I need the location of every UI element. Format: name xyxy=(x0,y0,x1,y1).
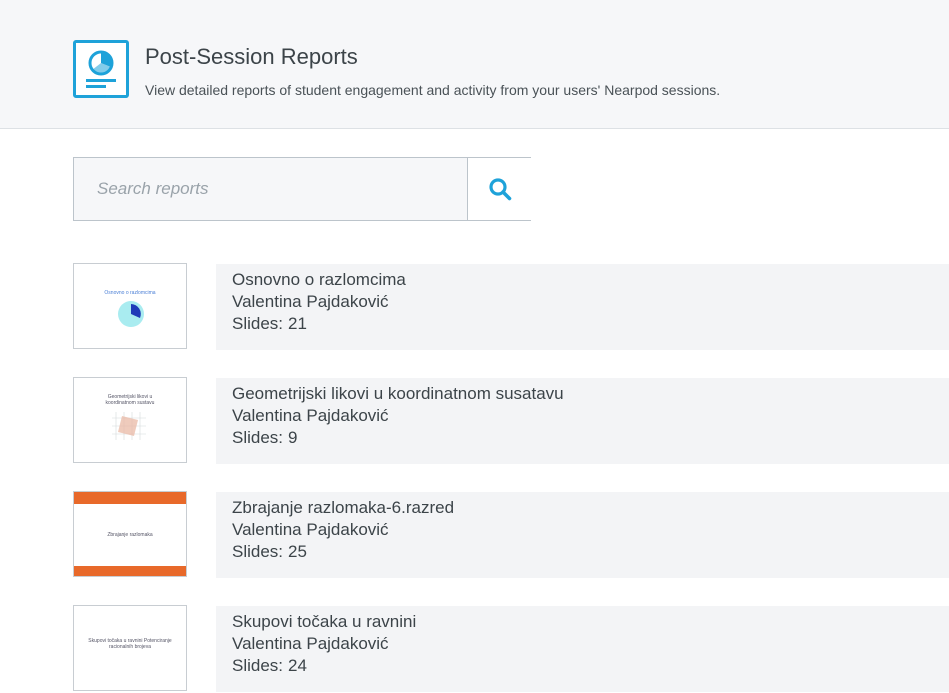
report-slides: Slides: 25 xyxy=(232,542,307,562)
search-input[interactable] xyxy=(74,158,467,220)
report-author: Valentina Pajdaković xyxy=(232,634,389,653)
report-title: Zbrajanje razlomaka-6.razred xyxy=(232,498,455,517)
slides-count: 21 xyxy=(288,314,307,333)
thumbnail-top-band xyxy=(74,492,186,504)
slides-label: Slides: xyxy=(232,314,284,333)
slides-label: Slides: xyxy=(232,428,284,447)
coordinate-graphic xyxy=(112,412,146,440)
report-info: Skupovi točaka u ravnini Valentina Pajda… xyxy=(216,606,949,692)
search-icon xyxy=(489,178,512,201)
report-item[interactable]: Osnovno o razlomcima Osnovno o razlomcim… xyxy=(73,263,949,351)
slides-count: 9 xyxy=(288,428,298,447)
pie-graphic xyxy=(118,301,144,327)
page-title: Post-Session Reports xyxy=(145,44,358,69)
thumbnail-title: Skupovi točaka u ravnini Potenciranje ra… xyxy=(88,638,172,650)
report-thumbnail[interactable]: Geometrijski likovi u koordinatnom susta… xyxy=(73,377,187,463)
report-info: Geometrijski likovi u koordinatnom susat… xyxy=(216,378,949,464)
report-title: Osnovno o razlomcima xyxy=(232,270,406,289)
slides-label: Slides: xyxy=(232,542,284,561)
report-slides: Slides: 24 xyxy=(232,656,307,676)
search-button[interactable] xyxy=(467,158,531,220)
report-thumbnail[interactable]: Osnovno o razlomcima xyxy=(73,263,187,349)
slides-count: 24 xyxy=(288,656,307,675)
slides-count: 25 xyxy=(288,542,307,561)
report-slides: Slides: 21 xyxy=(232,314,307,334)
report-title: Skupovi točaka u ravnini xyxy=(232,612,417,631)
report-item[interactable]: Zbrajanje razlomaka Zbrajanje razlomaka-… xyxy=(73,491,949,579)
page-subtitle: View detailed reports of student engagem… xyxy=(145,82,721,98)
search-bar xyxy=(73,157,531,221)
report-info: Zbrajanje razlomaka-6.razred Valentina P… xyxy=(216,492,949,578)
report-author: Valentina Pajdaković xyxy=(232,520,389,539)
thumbnail-title: Zbrajanje razlomaka xyxy=(107,532,153,538)
report-thumbnail[interactable]: Skupovi točaka u ravnini Potenciranje ra… xyxy=(73,605,187,691)
report-slides: Slides: 9 xyxy=(232,428,298,448)
thumbnail-bottom-band xyxy=(74,566,186,576)
report-thumbnail[interactable]: Zbrajanje razlomaka xyxy=(73,491,187,577)
page-header: Post-Session Reports View detailed repor… xyxy=(0,0,949,129)
report-info: Osnovno o razlomcima Valentina Pajdakovi… xyxy=(216,264,949,350)
report-item[interactable]: Skupovi točaka u ravnini Potenciranje ra… xyxy=(73,605,949,693)
report-author: Valentina Pajdaković xyxy=(232,292,389,311)
slides-label: Slides: xyxy=(232,656,284,675)
report-chart-icon xyxy=(73,40,129,98)
report-title: Geometrijski likovi u koordinatnom susat… xyxy=(232,384,564,403)
report-item[interactable]: Geometrijski likovi u koordinatnom susta… xyxy=(73,377,949,465)
report-author: Valentina Pajdaković xyxy=(232,406,389,425)
